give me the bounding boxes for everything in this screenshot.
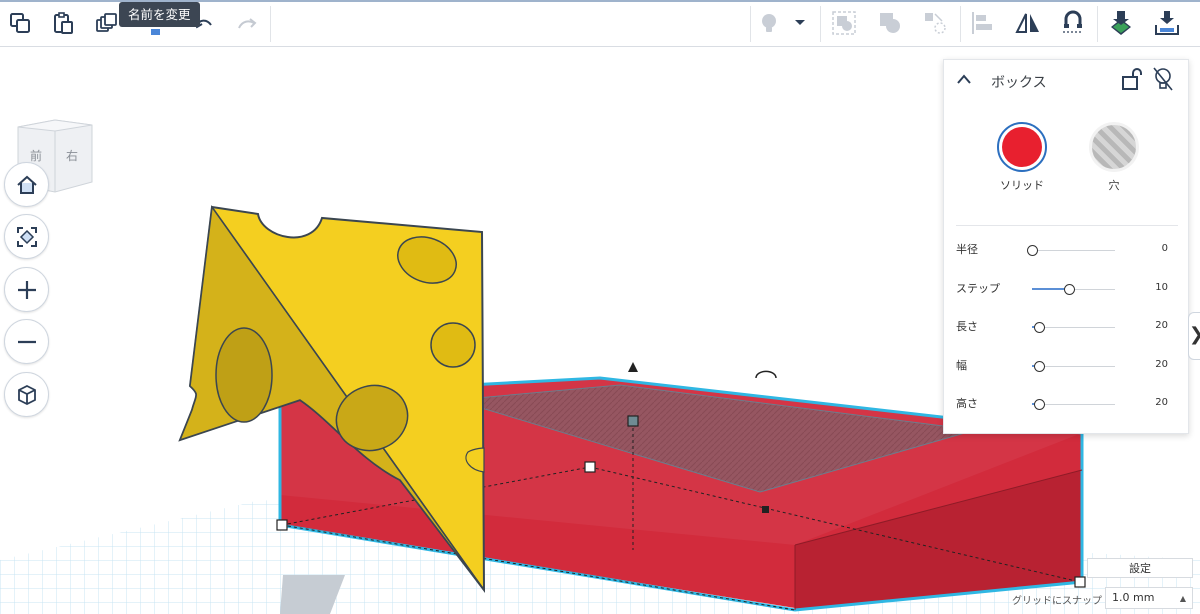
param-value[interactable]: 20: [1155, 359, 1168, 370]
param-label: 半径: [956, 243, 978, 256]
duplicate-icon: [96, 13, 117, 32]
perspective-cube-icon: [17, 384, 36, 405]
shape-name[interactable]: ボックス: [991, 72, 1047, 92]
param-slider-track[interactable]: [1032, 250, 1115, 251]
rotate-handle-icon: [755, 370, 777, 379]
param-label: 長さ: [956, 320, 978, 333]
collapse-chevron-icon[interactable]: [956, 72, 972, 86]
rename-tooltip: 名前を変更: [119, 2, 200, 27]
solid-hole-button[interactable]: [873, 6, 907, 40]
param-label: 高さ: [956, 397, 978, 410]
toolbar-separator: [750, 6, 751, 42]
group-button[interactable]: [827, 6, 861, 40]
show-all-button[interactable]: [752, 6, 786, 40]
mirror-icon: [1015, 13, 1039, 33]
snap-grid-value: 1.0 mm: [1112, 591, 1155, 604]
snap-grid-label: グリッドにスナップ: [1012, 596, 1102, 607]
perspective-button[interactable]: [4, 372, 49, 417]
ungroup-button[interactable]: [918, 6, 952, 40]
solid-label: ソリッド: [1000, 179, 1044, 192]
mirror-button[interactable]: [1011, 6, 1045, 40]
home-view-button[interactable]: [4, 162, 49, 207]
paste-icon: [54, 12, 73, 34]
caret-up-icon: ▲: [1179, 594, 1186, 603]
param-slider-knob[interactable]: [1034, 399, 1045, 410]
visibility-dropdown[interactable]: [788, 6, 812, 40]
param-row: 半径 0: [944, 241, 1190, 261]
view-cube-right[interactable]: 右: [66, 147, 78, 164]
param-value[interactable]: 0: [1162, 243, 1168, 254]
copy-icon: [10, 13, 30, 33]
panel-collapse-tab[interactable]: ❯: [1188, 312, 1200, 360]
ungroup-icon: [925, 13, 946, 34]
light-bulb-icon: [762, 14, 776, 32]
magnet-icon: [1063, 10, 1083, 33]
param-label: ステップ: [956, 281, 1000, 295]
hole-material-button[interactable]: [1089, 122, 1139, 172]
solid-material-button[interactable]: [997, 122, 1047, 172]
fit-view-button[interactable]: [4, 214, 49, 259]
redo-icon: [238, 18, 257, 29]
import-button[interactable]: [1104, 6, 1138, 40]
zoom-out-icon: [17, 340, 36, 343]
shape-inspector-panel: ボックス ソリッド 穴 半径 0 ステップ 10 長さ 20 幅 20 高さ 20: [943, 59, 1189, 434]
height-arrow-icon: [628, 362, 638, 372]
param-row: ステップ 10: [944, 280, 1190, 300]
group-icon: [832, 11, 856, 35]
toolbar-separator: [270, 6, 271, 42]
toolbar-separator: [960, 6, 961, 42]
chevron-down-icon: [795, 20, 805, 25]
view-cube-front[interactable]: 前: [30, 147, 42, 164]
align-button[interactable]: [965, 6, 999, 40]
param-value[interactable]: 10: [1155, 282, 1168, 293]
settings-button[interactable]: 設定: [1087, 558, 1193, 578]
export-button[interactable]: [1150, 6, 1184, 40]
hide-bulb-icon[interactable]: [1151, 66, 1175, 92]
zoom-in-icon: [17, 280, 36, 299]
param-value[interactable]: 20: [1155, 320, 1168, 331]
param-row: 幅 20: [944, 357, 1190, 377]
toolbar-separator: [820, 6, 821, 42]
param-label: 幅: [956, 358, 967, 372]
home-icon: [16, 175, 37, 194]
param-row: 長さ 20: [944, 318, 1190, 338]
param-value[interactable]: 20: [1155, 397, 1168, 408]
toolbar-separator: [1097, 6, 1098, 42]
param-slider-knob[interactable]: [1027, 245, 1038, 256]
shapes-icon: [880, 13, 900, 33]
param-row: 高さ 20: [944, 395, 1190, 415]
hole-label: 穴: [1108, 179, 1120, 192]
solid-swatch: [1002, 127, 1042, 167]
redo-button[interactable]: [230, 6, 264, 40]
zoom-out-button[interactable]: [4, 319, 49, 364]
import-icon: [1111, 11, 1131, 35]
paste-button[interactable]: [46, 6, 80, 40]
align-icon: [972, 12, 992, 34]
zoom-in-button[interactable]: [4, 267, 49, 312]
fit-view-icon: [16, 226, 37, 247]
export-icon: [1155, 11, 1179, 35]
param-slider-knob[interactable]: [1064, 283, 1075, 295]
snap-grid-select[interactable]: 1.0 mm ▲: [1105, 587, 1193, 609]
param-slider-knob[interactable]: [1034, 322, 1045, 333]
param-slider-knob[interactable]: [1034, 360, 1045, 372]
copy-button[interactable]: [3, 6, 37, 40]
unlock-icon[interactable]: [1121, 67, 1143, 91]
main-toolbar: 名前を変更: [0, 0, 1200, 47]
cruise-button[interactable]: [1056, 6, 1090, 40]
panel-divider: [956, 225, 1178, 226]
